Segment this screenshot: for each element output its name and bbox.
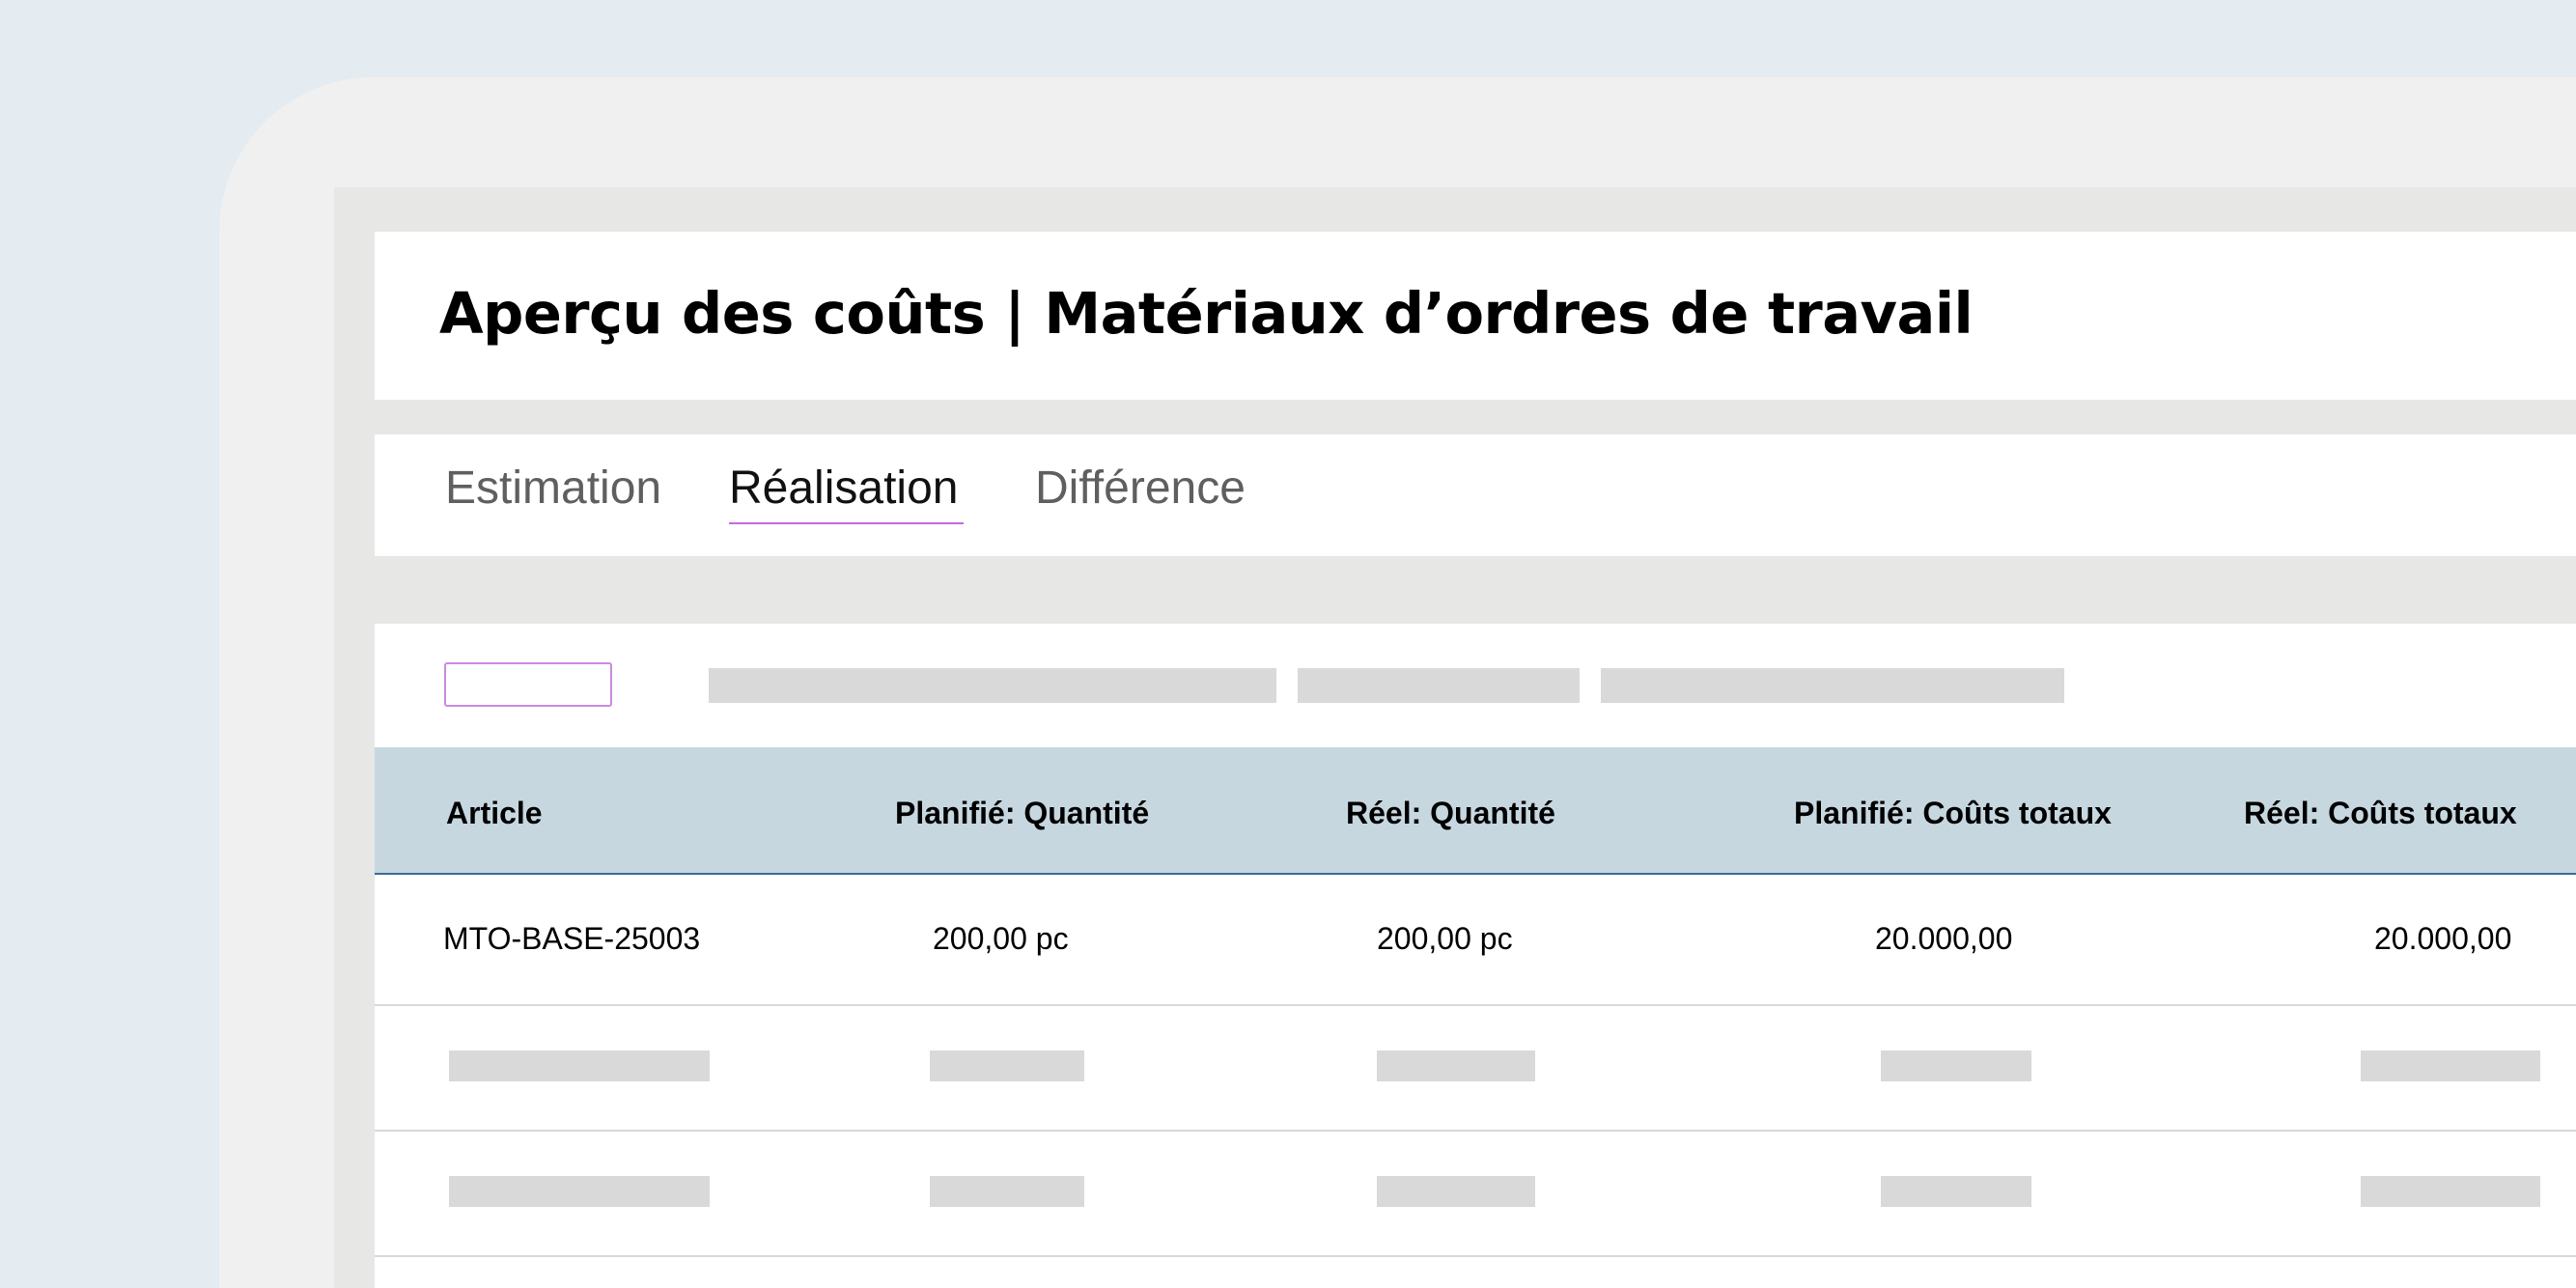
cell-placeholder xyxy=(930,1050,1084,1081)
table-header-row: Article Planifié: Quantité Réel: Quantit… xyxy=(375,747,2576,875)
page-title: Aperçu des coûts | Matériaux d’ordres de… xyxy=(439,280,1974,347)
toolbar-placeholder xyxy=(709,668,1276,703)
cell-planned-quantity: 200,00 pc xyxy=(933,921,1069,956)
cell-placeholder xyxy=(1377,1176,1535,1207)
cell-placeholder xyxy=(1377,1050,1535,1081)
cell-placeholder xyxy=(1881,1176,2031,1207)
cell-placeholder xyxy=(449,1176,710,1207)
cell-planned-total-cost: 20.000,00 xyxy=(1875,921,2013,956)
column-header-article[interactable]: Article xyxy=(446,796,543,831)
cell-actual-total-cost: 20.000,00 xyxy=(2374,921,2512,956)
column-header-planned-total-cost[interactable]: Planifié: Coûts totaux xyxy=(1794,796,2112,831)
tab-realisation[interactable]: Réalisation xyxy=(729,462,965,524)
cell-actual-quantity: 200,00 pc xyxy=(1377,921,1513,956)
title-panel: Aperçu des coûts | Matériaux d’ordres de… xyxy=(375,232,2576,400)
column-header-actual-quantity[interactable]: Réel: Quantité xyxy=(1346,796,1555,831)
cell-placeholder xyxy=(2361,1050,2540,1081)
tab-difference[interactable]: Différence xyxy=(1035,462,1246,515)
column-header-planned-quantity[interactable]: Planifié: Quantité xyxy=(895,796,1149,831)
table-row-placeholder xyxy=(375,1006,2576,1132)
table-row[interactable]: MTO-BASE-25003 200,00 pc 200,00 pc 20.00… xyxy=(375,877,2576,1006)
table-panel: Article Planifié: Quantité Réel: Quantit… xyxy=(375,624,2576,1288)
column-header-actual-total-cost[interactable]: Réel: Coûts totaux xyxy=(2244,796,2517,831)
cell-placeholder xyxy=(1881,1050,2031,1081)
table-row-placeholder xyxy=(375,1132,2576,1257)
cell-placeholder xyxy=(930,1176,1084,1207)
cell-article: MTO-BASE-25003 xyxy=(443,921,701,956)
cell-placeholder xyxy=(2361,1176,2540,1207)
tab-estimation[interactable]: Estimation xyxy=(445,462,661,515)
cell-placeholder xyxy=(449,1050,710,1081)
filter-input[interactable] xyxy=(444,662,612,707)
tab-bar: Estimation Réalisation Différence xyxy=(375,434,2576,556)
toolbar-placeholder xyxy=(1601,668,2064,703)
toolbar-placeholder xyxy=(1298,668,1580,703)
